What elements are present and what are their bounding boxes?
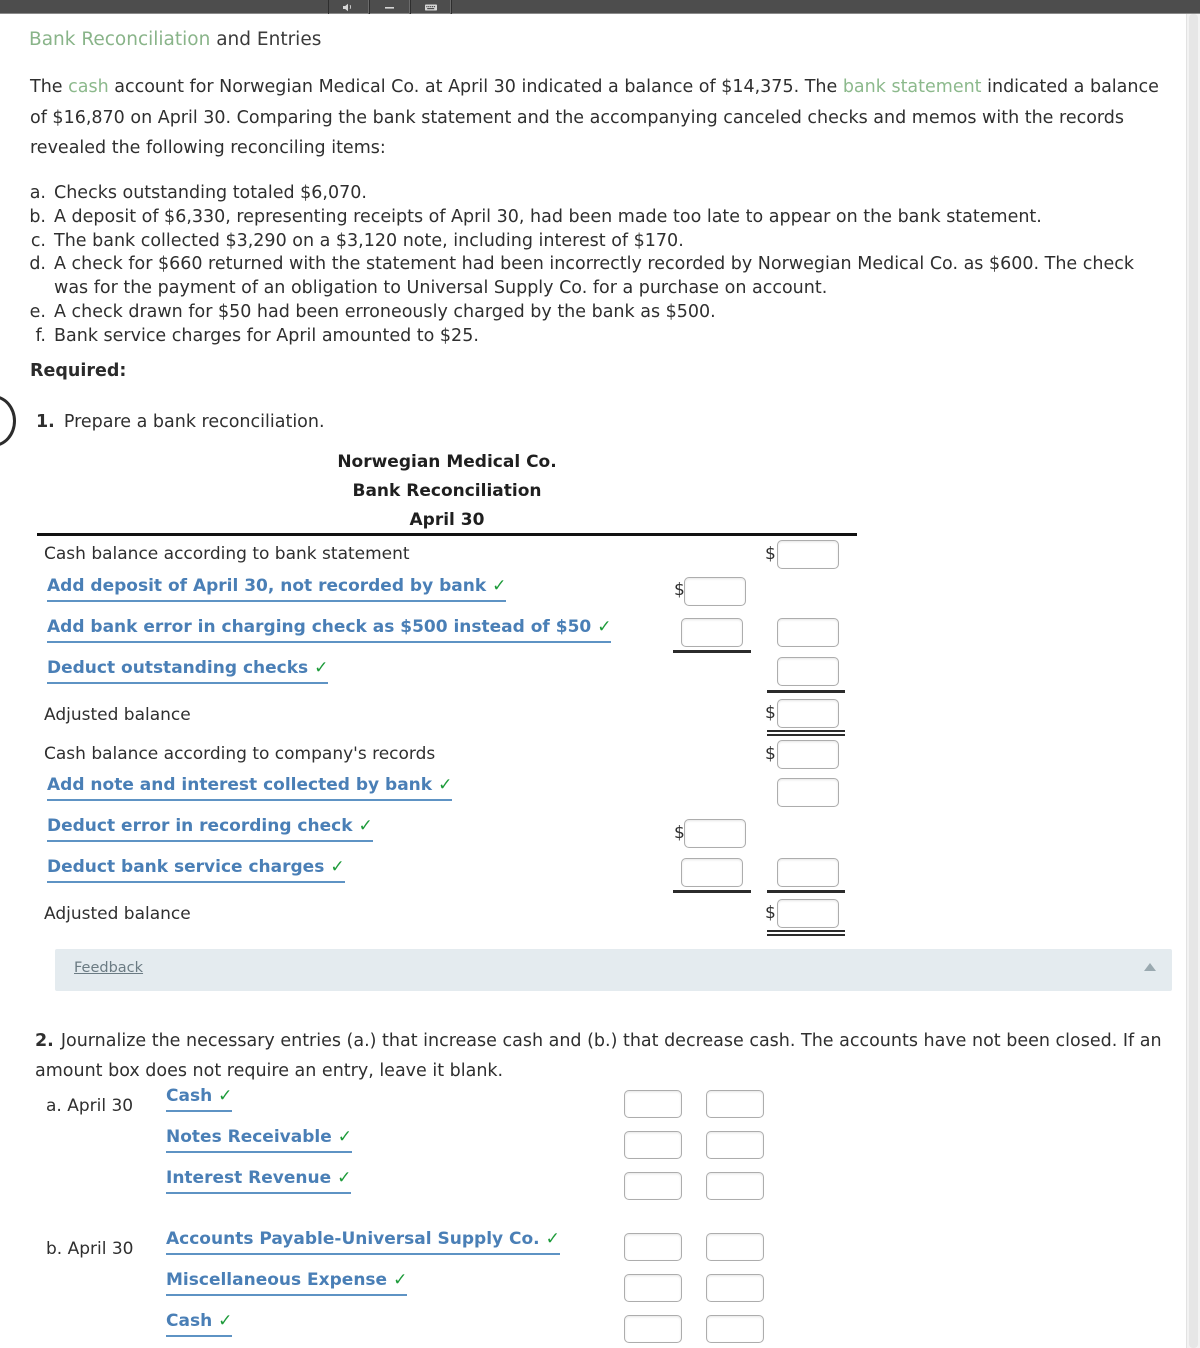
dollar-sign: $ bbox=[765, 544, 776, 564]
subtotal-rule-right bbox=[767, 690, 845, 693]
keyboard-icon[interactable] bbox=[410, 0, 451, 14]
journal-account-a-1[interactable]: Cash ✓ bbox=[166, 1086, 233, 1112]
statement-date: April 30 bbox=[409, 510, 485, 530]
toolbar-spacer bbox=[451, 0, 511, 14]
amount-input-bank-error-total[interactable] bbox=[777, 618, 839, 647]
statement-title: Bank Reconciliation bbox=[352, 481, 542, 501]
check-icon: ✓ bbox=[492, 576, 507, 596]
journal-date-a: a. April 30 bbox=[46, 1096, 134, 1116]
amount-input-recording-error[interactable] bbox=[684, 819, 746, 848]
page-root: Bank Reconciliation and Entries The cash… bbox=[0, 0, 1200, 1348]
journal-credit-b-3[interactable] bbox=[706, 1315, 764, 1343]
feedback-link[interactable]: Feedback bbox=[74, 960, 143, 976]
row-account-label: Add deposit of April 30, not recorded by… bbox=[47, 576, 487, 596]
amount-input-note-interest[interactable] bbox=[777, 778, 839, 807]
journal-credit-b-2[interactable] bbox=[706, 1274, 764, 1302]
row-label-adjusted-balance-1: Adjusted balance bbox=[44, 705, 191, 725]
journal-account-label: Cash bbox=[166, 1311, 213, 1331]
journal-account-label: Cash bbox=[166, 1086, 213, 1106]
row-account-label: Deduct error in recording check bbox=[47, 816, 353, 836]
journal-account-a-3[interactable]: Interest Revenue ✓ bbox=[166, 1168, 352, 1194]
journal-date-b: b. April 30 bbox=[46, 1239, 134, 1259]
journal-account-label: Interest Revenue bbox=[166, 1168, 332, 1188]
row-account-deduct-outstanding-checks[interactable]: Deduct outstanding checks ✓ bbox=[47, 658, 329, 684]
subtotal-rule-left bbox=[673, 650, 751, 653]
amount-input-adjusted-balance-2[interactable] bbox=[777, 899, 839, 928]
feedback-bar[interactable]: Feedback bbox=[55, 949, 1172, 991]
row-label-cash-balance-bank: Cash balance according to bank statement bbox=[44, 544, 410, 564]
journal-debit-a-2[interactable] bbox=[624, 1131, 682, 1159]
journal-debit-b-3[interactable] bbox=[624, 1315, 682, 1343]
dollar-sign: $ bbox=[765, 744, 776, 764]
journal-debit-b-1[interactable] bbox=[624, 1233, 682, 1261]
check-icon: ✓ bbox=[358, 816, 373, 836]
journal-credit-a-3[interactable] bbox=[706, 1172, 764, 1200]
check-icon: ✓ bbox=[438, 775, 453, 795]
row-account-label: Deduct outstanding checks bbox=[47, 658, 309, 678]
journal-credit-b-1[interactable] bbox=[706, 1233, 764, 1261]
amount-input-service-charges[interactable] bbox=[681, 858, 743, 887]
amount-input-bank-balance[interactable] bbox=[777, 540, 839, 569]
toolbar-button-group bbox=[328, 0, 511, 14]
row-label-adjusted-balance-2: Adjusted balance bbox=[44, 904, 191, 924]
check-icon: ✓ bbox=[330, 857, 345, 877]
dollar-sign: $ bbox=[765, 703, 776, 723]
minus-icon[interactable] bbox=[369, 0, 410, 14]
speaker-icon[interactable] bbox=[328, 0, 369, 14]
row-account-add-note-interest[interactable]: Add note and interest collected by bank ✓ bbox=[47, 775, 453, 801]
check-icon: ✓ bbox=[218, 1311, 233, 1331]
check-icon: ✓ bbox=[393, 1270, 408, 1290]
requirement-2: 2. Journalize the necessary entries (a.) … bbox=[35, 1026, 1170, 1086]
scrollbar-thumb[interactable] bbox=[1189, 14, 1198, 1348]
check-icon: ✓ bbox=[337, 1127, 352, 1147]
row-account-label: Deduct bank service charges bbox=[47, 857, 325, 877]
requirement-2-number: 2. bbox=[35, 1031, 54, 1051]
total-double-rule-1 bbox=[767, 730, 845, 736]
journal-credit-a-2[interactable] bbox=[706, 1131, 764, 1159]
amount-input-company-balance[interactable] bbox=[777, 740, 839, 769]
collapse-triangle-icon[interactable] bbox=[1144, 963, 1156, 971]
total-double-rule-2 bbox=[767, 930, 845, 936]
row-account-deduct-service-charges[interactable]: Deduct bank service charges ✓ bbox=[47, 857, 345, 883]
journal-account-label: Miscellaneous Expense bbox=[166, 1270, 388, 1290]
journal-account-b-2[interactable]: Miscellaneous Expense ✓ bbox=[166, 1270, 408, 1296]
check-icon: ✓ bbox=[314, 658, 329, 678]
amount-input-outstanding-checks[interactable] bbox=[777, 657, 839, 686]
statement-header: Norwegian Medical Co. Bank Reconciliatio… bbox=[37, 448, 857, 535]
subtotal-rule-right-2 bbox=[767, 890, 845, 893]
requirement-2-text: Journalize the necessary entries (a.) th… bbox=[35, 1031, 1162, 1081]
check-icon: ✓ bbox=[597, 617, 612, 637]
row-account-deduct-recording-error[interactable]: Deduct error in recording check ✓ bbox=[47, 816, 373, 842]
check-icon: ✓ bbox=[218, 1086, 233, 1106]
page-scrollbar[interactable] bbox=[1186, 14, 1200, 1348]
journal-account-b-1[interactable]: Accounts Payable-Universal Supply Co. ✓ bbox=[166, 1229, 560, 1255]
subtotal-rule-left-2 bbox=[673, 890, 751, 893]
dollar-sign: $ bbox=[765, 903, 776, 923]
amount-input-adjusted-balance-1[interactable] bbox=[777, 699, 839, 728]
bank-reconciliation-table: Cash balance according to bank statement… bbox=[0, 14, 1180, 936]
journal-debit-a-3[interactable] bbox=[624, 1172, 682, 1200]
amount-input-service-charges-total[interactable] bbox=[777, 858, 839, 887]
content-area: Bank Reconciliation and Entries The cash… bbox=[0, 14, 1180, 1348]
journal-debit-b-2[interactable] bbox=[624, 1274, 682, 1302]
amount-input-bank-error[interactable] bbox=[681, 618, 743, 647]
check-icon: ✓ bbox=[337, 1168, 352, 1188]
row-account-add-deposit[interactable]: Add deposit of April 30, not recorded by… bbox=[47, 576, 507, 602]
row-account-label: Add note and interest collected by bank bbox=[47, 775, 433, 795]
row-account-add-bank-error[interactable]: Add bank error in charging check as $500… bbox=[47, 617, 612, 643]
journal-account-label: Accounts Payable-Universal Supply Co. bbox=[166, 1229, 540, 1249]
check-icon: ✓ bbox=[545, 1229, 560, 1249]
journal-account-a-2[interactable]: Notes Receivable ✓ bbox=[166, 1127, 352, 1153]
statement-company: Norwegian Medical Co. bbox=[337, 452, 557, 472]
journal-credit-a-1[interactable] bbox=[706, 1090, 764, 1118]
statement-top-rule bbox=[37, 533, 857, 536]
journal-account-label: Notes Receivable bbox=[166, 1127, 332, 1147]
row-label-cash-balance-company: Cash balance according to company's reco… bbox=[44, 744, 436, 764]
browser-toolbar bbox=[0, 0, 1200, 14]
row-account-label: Add bank error in charging check as $500… bbox=[47, 617, 592, 637]
amount-input-add-deposit[interactable] bbox=[684, 577, 746, 606]
journal-debit-a-1[interactable] bbox=[624, 1090, 682, 1118]
journal-account-b-3[interactable]: Cash ✓ bbox=[166, 1311, 233, 1337]
